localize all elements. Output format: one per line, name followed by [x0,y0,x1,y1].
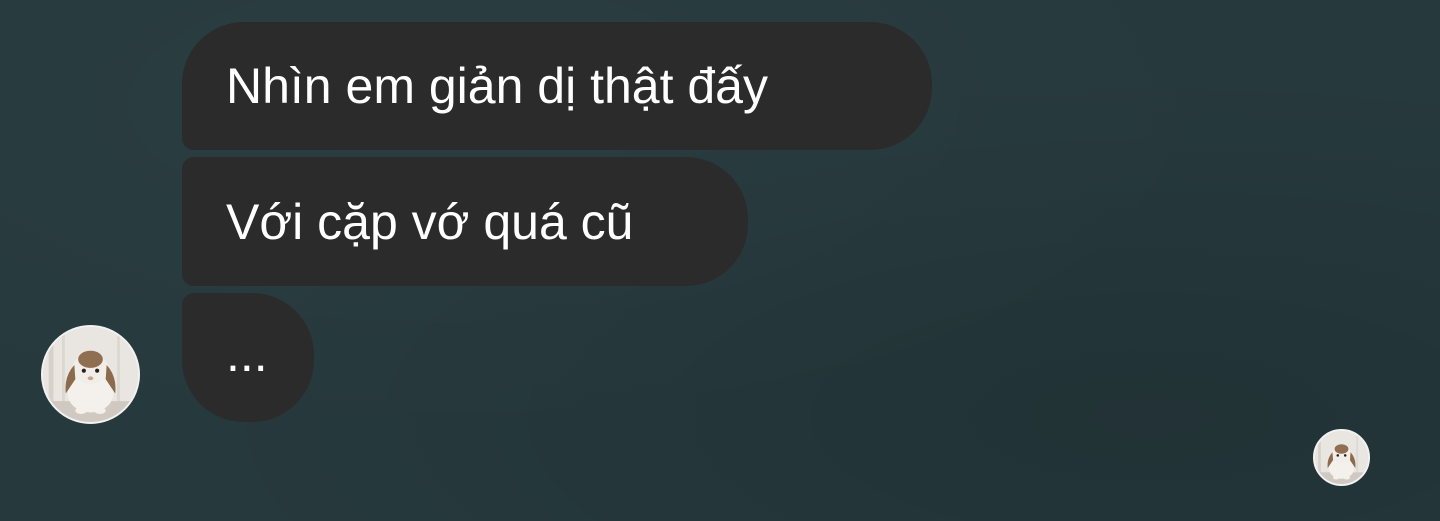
sender-avatar[interactable] [41,325,140,424]
message-text: Nhìn em giản dị thật đấy [226,58,768,114]
message-bubble[interactable]: ... [182,293,314,422]
message-text: Với cặp vớ quá cũ [226,193,634,250]
bunny-avatar-icon [1315,431,1368,484]
chat-thread: Nhìn em giản dị thật đấy Với cặp vớ quá … [0,0,1440,521]
message-bubble[interactable]: Nhìn em giản dị thật đấy [182,22,932,150]
message-bubble[interactable]: Với cặp vớ quá cũ [182,157,748,286]
bunny-avatar-icon [43,327,138,422]
message-text: ... [226,325,268,382]
read-receipt-avatar [1313,429,1370,486]
